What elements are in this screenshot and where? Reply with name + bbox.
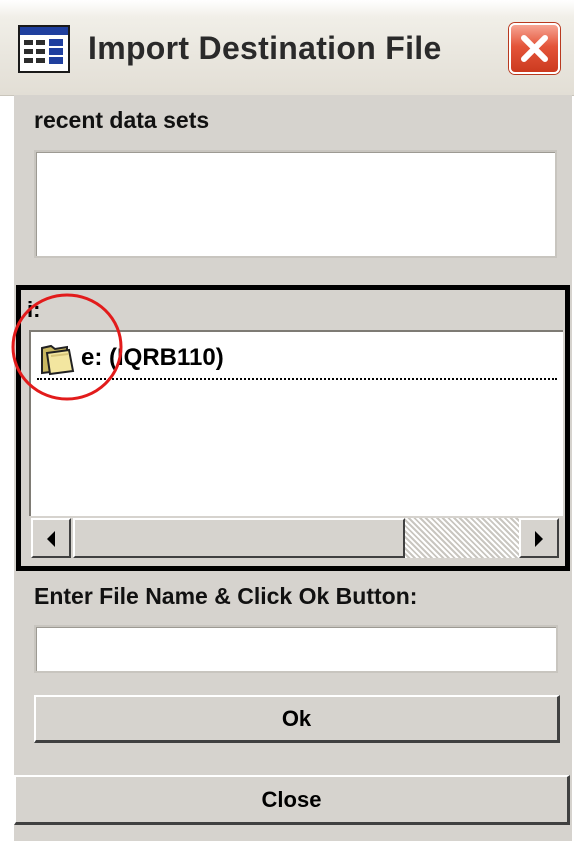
tree-item-drive-e[interactable]: e: (IQRB110) (37, 340, 557, 380)
scroll-left-button[interactable] (31, 518, 71, 558)
arrow-left-icon (47, 531, 55, 547)
file-name-label: Enter File Name & Click Ok Button: (34, 583, 418, 609)
directory-tree[interactable]: e: (IQRB110) (29, 330, 563, 516)
arrow-right-icon (535, 531, 543, 547)
window-grid-icon (18, 25, 70, 73)
folder-icon (41, 344, 75, 376)
current-drive-label: i: (27, 297, 41, 322)
close-button[interactable]: Close (14, 775, 570, 825)
close-window-button[interactable] (509, 23, 560, 74)
tree-item-label: e: (IQRB110) (81, 344, 224, 371)
file-browser: i: e: (IQRB110) (16, 285, 570, 571)
scroll-right-button[interactable] (519, 518, 559, 558)
file-name-input[interactable] (34, 625, 558, 673)
recent-data-sets-list[interactable] (34, 150, 557, 258)
recent-data-sets-label: recent data sets (34, 107, 210, 133)
close-x-icon (521, 35, 548, 62)
import-destination-dialog: Import Destination File recent data sets… (0, 0, 574, 841)
title-bar[interactable]: Import Destination File (0, 0, 574, 96)
dialog-body: recent data sets i: e: (IQRB110) Enter F… (14, 95, 572, 841)
window-title: Import Destination File (88, 30, 442, 66)
scrollbar-track[interactable] (405, 518, 519, 558)
scrollbar-thumb[interactable] (73, 518, 405, 558)
horizontal-scrollbar[interactable] (29, 516, 563, 560)
ok-button[interactable]: Ok (34, 695, 560, 743)
